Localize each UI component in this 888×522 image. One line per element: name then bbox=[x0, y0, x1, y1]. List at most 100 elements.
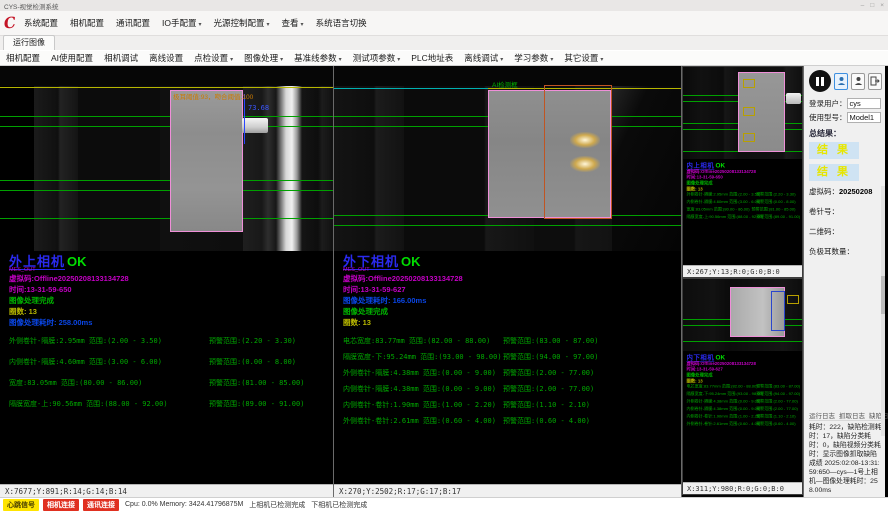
measure-line bbox=[0, 190, 333, 191]
measurement-text: 宽度:83.05mm 范围:(80.00 - 86.00) bbox=[9, 378, 209, 388]
warning-range-text: 预警范围:(0.60 - 4.00) bbox=[503, 416, 590, 426]
time-text: 时间:13-31-59-627 bbox=[343, 284, 672, 295]
log-tab[interactable]: 抓取日志 bbox=[839, 410, 865, 420]
toolbar-item[interactable]: 基准线参数▾ bbox=[294, 52, 342, 64]
result-info-block: 外上相机OK MES_OUT 虚拟码:Offline20250208133134… bbox=[0, 251, 333, 328]
info-fields: 虚拟码：20250208 卷针号： 二维码： 负极耳数量： bbox=[809, 186, 882, 266]
measurement-row: 内侧卷针-卷针:1.90mm 范围:(1.00 - 2.20) 预警范围:(1.… bbox=[343, 400, 672, 410]
user-manage-button[interactable] bbox=[851, 73, 865, 90]
title-bar: CYS-视觉检测系统 – □ × bbox=[0, 0, 888, 11]
thumb-image bbox=[683, 67, 802, 159]
status-badge: 相机连接 bbox=[43, 499, 79, 511]
barcode-text: 虚拟码:Offline20250208133134728 bbox=[9, 273, 324, 284]
login-user-value: cys bbox=[847, 98, 881, 109]
camera-image-upper[interactable]: 73.68 极耳阈值:93，吻合阈值:100 bbox=[0, 66, 333, 251]
process-time-text: 图像处理耗时: 258.00ms bbox=[9, 317, 324, 328]
control-buttons bbox=[809, 70, 882, 92]
result-box-lower: 结 果 bbox=[809, 164, 859, 181]
thumb-info-block: 内下相机OK 虚拟码:Offline20250208133134728 时间:1… bbox=[683, 351, 799, 428]
toolbar-item[interactable]: 图像处理▾ bbox=[244, 52, 283, 64]
log-tab[interactable]: 缺陷日志 bbox=[869, 410, 888, 420]
pixel-coord-bar: X:7677;Y:891;R:14;G:14;B:14 bbox=[0, 484, 333, 497]
tab-run-image[interactable]: 运行图像 bbox=[3, 35, 55, 50]
measure-line bbox=[0, 126, 333, 127]
toolbar-item[interactable]: PLC地址表 bbox=[411, 52, 453, 64]
tab-connector bbox=[786, 93, 801, 104]
measurement-row: 内侧卷针-隔膜:4.60mm 范围:(3.00 - 6.00) 预警范围:(0.… bbox=[9, 357, 324, 367]
roi-box bbox=[743, 133, 755, 142]
toolbar-item[interactable]: 点检设置▾ bbox=[194, 52, 233, 64]
measurement-row: 电芯宽度:83.77mm 范围:(82.00 - 88.00) 预警范围:(83… bbox=[343, 336, 672, 346]
window-title: CYS-视觉检测系统 bbox=[4, 1, 59, 11]
model-label: 使用型号： bbox=[809, 113, 847, 122]
toolbar-item[interactable]: AI使用配置 bbox=[51, 52, 93, 64]
time-text: 时间:13-31-59-650 bbox=[9, 284, 324, 295]
menu-item[interactable]: 相机配置 bbox=[70, 17, 104, 29]
menu-item[interactable]: 通讯配置 bbox=[116, 17, 150, 29]
warning-range-text: 预警范围:(0.00 - 8.00) bbox=[209, 357, 296, 367]
app-logo-icon: C bbox=[3, 15, 17, 32]
measurement-text: 外侧卷针-卷针:2.61mm 范围:(0.60 - 4.00) bbox=[343, 416, 503, 426]
exit-button[interactable] bbox=[868, 73, 882, 90]
main-area: 73.68 极耳阈值:93，吻合阈值:100 外上相机OK MES_OUT 虚拟… bbox=[0, 66, 888, 497]
chevron-down-icon: ▾ bbox=[280, 57, 283, 63]
toolbar-item[interactable]: 学习参数▾ bbox=[514, 52, 553, 64]
turns-text: 圈数: 13 bbox=[343, 317, 672, 328]
login-user-label: 登录用户： bbox=[809, 99, 847, 108]
warning-range-text: 预警范围:(81.00 - 85.00) bbox=[209, 378, 304, 388]
minimize-button[interactable]: – bbox=[861, 2, 865, 9]
camera-thumb-upper-inner[interactable]: 内上相机OK 虚拟码:Offline20250208133134728 时间:1… bbox=[682, 66, 803, 278]
menu-item[interactable]: 系统配置 bbox=[24, 17, 58, 29]
result-info-block: 外下相机OK MES_OUT 虚拟码:Offline20250208133134… bbox=[334, 251, 681, 328]
exit-door-icon bbox=[870, 76, 880, 86]
threshold-overlay-label: 极耳阈值:93，吻合阈值:100 bbox=[173, 91, 253, 101]
measure-line bbox=[0, 116, 333, 117]
toolbar-item[interactable]: 离线设置 bbox=[149, 52, 183, 64]
status-bar: 心跳信号相机连接通讯连接 Cpu: 0.0% Memory: 3424.4179… bbox=[0, 497, 888, 511]
pixel-coord-bar: X:267;Y:13;R:0;G:0;B:0 bbox=[683, 265, 802, 277]
measure-line bbox=[0, 180, 333, 181]
tab-strip: 运行图像 bbox=[0, 36, 888, 50]
status-badge: 心跳信号 bbox=[3, 499, 39, 511]
result-box-upper: 结 果 bbox=[809, 142, 859, 159]
app-window: CYS-视觉检测系统 – □ × C 系统配置 相机配置 通讯配置 IO手配置▾… bbox=[0, 0, 888, 522]
sidebar-scrollbar[interactable] bbox=[881, 186, 885, 436]
result-status: OK bbox=[401, 254, 421, 269]
pixel-coord-bar: X:311;Y:980;R:0;G:0;B:0 bbox=[683, 482, 802, 494]
log-text: 耗时：222，缺陷检测耗时：17，缺陷分类耗时：0，缺陷视频分类耗时：显示图像抓… bbox=[809, 423, 882, 495]
camera-thumb-lower-inner[interactable]: 内下相机OK 虚拟码:Offline20250208133134728 时间:1… bbox=[682, 278, 803, 495]
camera-image-lower[interactable]: AI检测框 bbox=[334, 66, 681, 251]
menu-item[interactable]: 系统语言切换 bbox=[316, 17, 367, 29]
log-tabs: 运行日志抓取日志缺陷日志 bbox=[809, 410, 882, 421]
chevron-down-icon: ▾ bbox=[301, 22, 304, 28]
menu-item[interactable]: IO手配置▾ bbox=[162, 17, 202, 29]
chevron-down-icon: ▾ bbox=[198, 22, 201, 28]
close-button[interactable]: × bbox=[880, 2, 884, 9]
chevron-down-icon: ▾ bbox=[339, 57, 342, 63]
measure-line bbox=[334, 225, 681, 226]
measurement-row: 外侧卷针-隔膜:2.95mm 范围:(2.00 - 3.50) 预警范围:(2.… bbox=[9, 336, 324, 346]
toolbar-item[interactable]: 相机调试 bbox=[104, 52, 138, 64]
warning-range-text: 预警范围:(2.00 - 77.00) bbox=[503, 368, 594, 378]
menu-item[interactable]: 光源控制配置▾ bbox=[214, 17, 270, 29]
scrollbar-thumb[interactable] bbox=[881, 276, 885, 314]
barcode-text: 虚拟码:Offline20250208133134728 bbox=[343, 273, 672, 284]
measurement-text: 外侧卷针-隔膜:4.38mm 范围:(0.00 - 9.00) bbox=[343, 368, 503, 378]
ai-box-label: AI检测框 bbox=[492, 79, 518, 89]
toolbar: 相机配置 AI使用配置 相机调试 离线设置 点检设置▾ 图像处理▾ 基准线参数▾… bbox=[0, 50, 888, 66]
toolbar-item[interactable]: 其它设置▾ bbox=[564, 52, 603, 64]
model-select[interactable]: Model1 bbox=[847, 112, 881, 123]
pause-button[interactable] bbox=[809, 70, 831, 92]
toolbar-item[interactable]: 离线调试▾ bbox=[464, 52, 503, 64]
menu-item[interactable]: 查看▾ bbox=[282, 17, 304, 29]
maximize-button[interactable]: □ bbox=[870, 2, 874, 9]
total-result-label: 总结果： bbox=[809, 128, 882, 139]
toolbar-item[interactable]: 测试项参数▾ bbox=[353, 52, 401, 64]
lower-camera-status: 下相机已检测完成 bbox=[311, 500, 367, 510]
log-tab[interactable]: 运行日志 bbox=[809, 410, 835, 420]
login-user-button[interactable] bbox=[834, 73, 848, 90]
turns-text: 圈数: 13 bbox=[9, 306, 324, 317]
user-icon bbox=[837, 76, 846, 86]
result-status: OK bbox=[67, 254, 87, 269]
toolbar-item[interactable]: 相机配置 bbox=[6, 52, 40, 64]
